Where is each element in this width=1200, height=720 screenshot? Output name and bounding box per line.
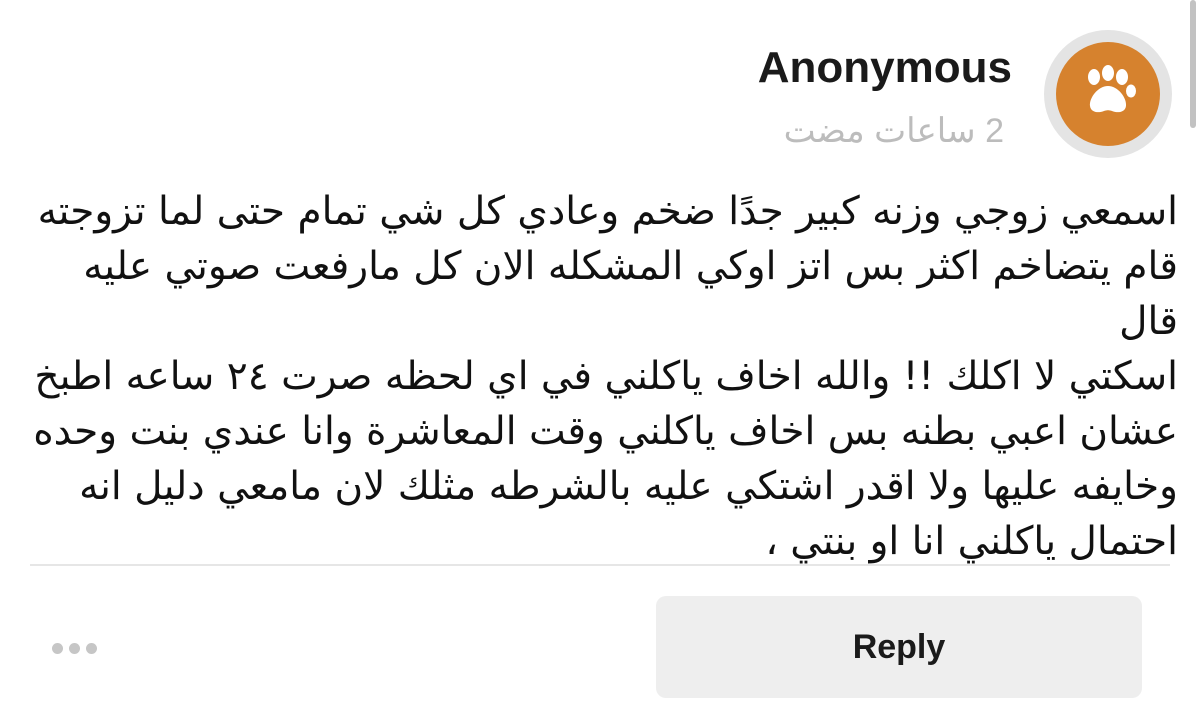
scrollbar-thumb[interactable] [1190, 0, 1196, 128]
divider [30, 564, 1170, 566]
more-dots-icon [69, 642, 80, 654]
post-body-line: وخايفه عليها ولا اقدر اشتكي عليه بالشرطه… [79, 464, 1178, 509]
avatar-circle [1056, 42, 1160, 146]
post-body: اسمعي زوجي وزنه كبير جدًا ضخم وعادي كل ش… [30, 184, 1178, 569]
post-body-line: عشان اعبي بطنه بس اخاف ياكلني وقت المعاش… [33, 409, 1178, 454]
post-body-line: اسكتي لا اكلك !! والله اخاف ياكلني في اي… [34, 354, 1178, 399]
more-dots-icon [86, 642, 97, 654]
author-name[interactable]: Anonymous [758, 40, 1012, 96]
more-dots-icon [52, 642, 63, 654]
post-body-line: اسمعي زوجي وزنه كبير جدًا ضخم وعادي كل ش… [37, 189, 1178, 234]
post-timestamp: 2 ساعات مضت [783, 112, 1004, 150]
post-body-line: قام يتضاخم اكثر بس اتز اوكي المشكله الان… [83, 244, 1178, 344]
reply-button[interactable]: Reply [656, 596, 1142, 698]
avatar[interactable] [1044, 30, 1172, 158]
post-body-line: احتمال ياكلني انا او بنتي ، [765, 519, 1178, 564]
scrollbar[interactable] [1186, 0, 1200, 130]
more-options-button[interactable] [52, 634, 97, 662]
paw-icon [1080, 64, 1136, 125]
